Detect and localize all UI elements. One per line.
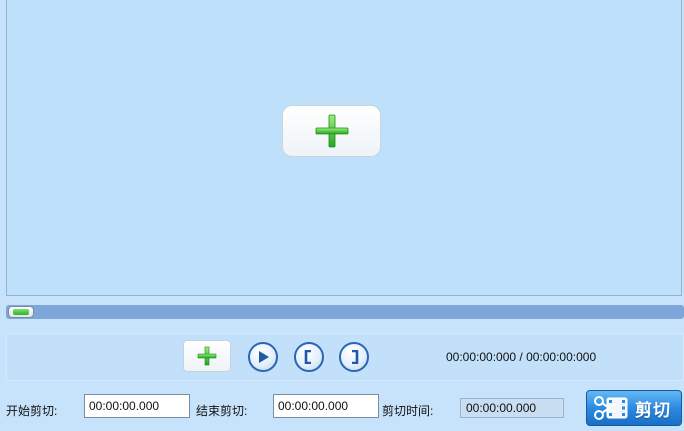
playback-time-display: 00:00:00:000 / 00:00:00:000	[446, 350, 597, 364]
set-start-button[interactable]	[294, 342, 324, 372]
start-cut-input[interactable]	[84, 394, 190, 418]
seek-bar[interactable]	[6, 305, 684, 319]
cut-duration-value: 00:00:00.000	[460, 398, 564, 418]
cut-button[interactable]: 剪切	[586, 390, 682, 426]
set-end-button[interactable]	[339, 342, 369, 372]
add-video-button[interactable]	[282, 105, 381, 157]
cut-button-label: 剪切	[635, 400, 671, 420]
start-cut-label: 开始剪切:	[6, 404, 58, 418]
play-icon	[259, 351, 269, 363]
scissors-film-icon	[594, 396, 628, 420]
plus-icon	[197, 346, 217, 366]
end-cut-input[interactable]	[273, 394, 379, 418]
seek-handle[interactable]	[8, 306, 34, 318]
add-file-button[interactable]	[183, 340, 231, 372]
plus-icon	[315, 114, 348, 148]
bracket-right-icon	[352, 350, 359, 364]
bracket-left-icon	[304, 350, 311, 364]
cut-duration-label: 剪切时间:	[382, 404, 434, 418]
play-button[interactable]	[248, 342, 278, 372]
end-cut-label: 结束剪切:	[196, 404, 248, 418]
